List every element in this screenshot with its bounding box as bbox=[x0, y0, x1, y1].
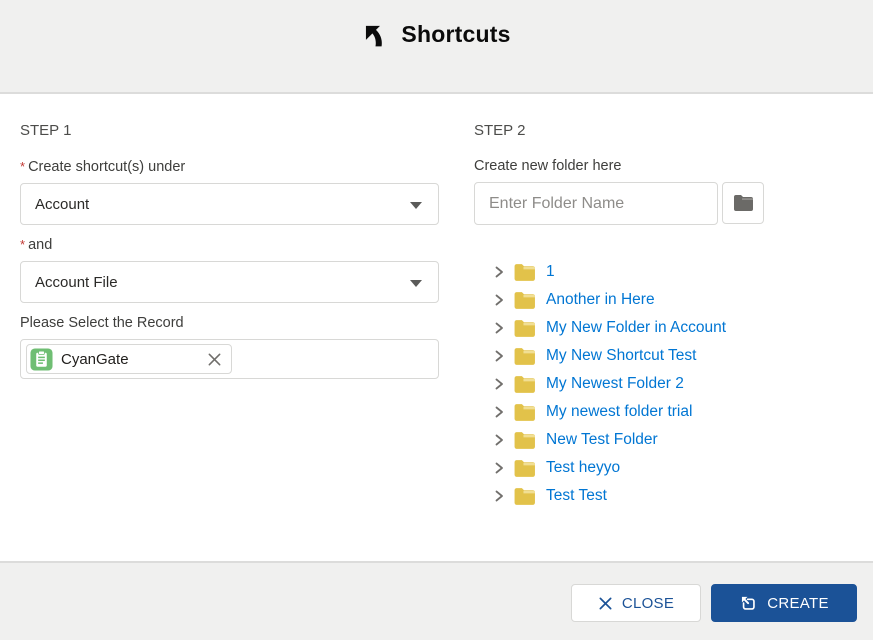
folder-tree-item[interactable]: New Test Folder bbox=[492, 426, 856, 454]
dialog-footer: CLOSE CREATE bbox=[0, 561, 873, 640]
step2-panel: STEP 2 Create new folder here 1 bbox=[474, 112, 856, 510]
folder-link[interactable]: Another in Here bbox=[546, 291, 655, 309]
folder-icon bbox=[513, 431, 536, 450]
object-select-value: Account bbox=[35, 196, 89, 213]
file-type-select-value: Account File bbox=[35, 274, 118, 291]
folder-link[interactable]: New Test Folder bbox=[546, 431, 658, 449]
caret-down-icon bbox=[410, 280, 422, 287]
required-asterisk: * bbox=[20, 237, 25, 252]
chevron-right-icon[interactable] bbox=[492, 349, 506, 363]
record-pill-label: CyanGate bbox=[61, 351, 198, 368]
folder-link[interactable]: Test heyyo bbox=[546, 459, 620, 477]
object-select[interactable]: Account bbox=[20, 183, 439, 225]
shortcuts-dialog: Shortcuts STEP 1 *Create shortcut(s) und… bbox=[0, 0, 873, 640]
dialog-title: Shortcuts bbox=[401, 21, 510, 48]
folder-tree-item[interactable]: 1 bbox=[492, 258, 856, 286]
folder-icon bbox=[513, 375, 536, 394]
chevron-right-icon[interactable] bbox=[492, 433, 506, 447]
folder-icon bbox=[513, 347, 536, 366]
folder-tree-item[interactable]: Test Test bbox=[492, 482, 856, 510]
and-label: *and bbox=[20, 237, 439, 253]
folder-icon bbox=[513, 459, 536, 478]
close-x-icon bbox=[207, 352, 222, 367]
step1-panel: STEP 1 *Create shortcut(s) under Account… bbox=[20, 112, 439, 379]
step2-heading: STEP 2 bbox=[474, 122, 856, 139]
folder-icon bbox=[513, 319, 536, 338]
create-button-label: CREATE bbox=[767, 595, 829, 612]
record-pill[interactable]: CyanGate bbox=[26, 344, 232, 374]
folder-tree-item[interactable]: Another in Here bbox=[492, 286, 856, 314]
create-folder-button[interactable] bbox=[722, 182, 764, 224]
close-button[interactable]: CLOSE bbox=[571, 584, 701, 622]
folder-link[interactable]: My newest folder trial bbox=[546, 403, 692, 421]
chevron-right-icon[interactable] bbox=[492, 461, 506, 475]
chevron-right-icon[interactable] bbox=[492, 321, 506, 335]
chevron-right-icon[interactable] bbox=[492, 293, 506, 307]
folder-tree-item[interactable]: My Newest Folder 2 bbox=[492, 370, 856, 398]
required-asterisk: * bbox=[20, 159, 25, 174]
folder-tree: 1 Another in Here My New Folder in Accou… bbox=[492, 258, 856, 510]
folder-icon bbox=[513, 263, 536, 282]
create-button[interactable]: CREATE bbox=[711, 584, 857, 622]
close-x-icon bbox=[598, 596, 613, 611]
chevron-right-icon[interactable] bbox=[492, 377, 506, 391]
folder-tree-item[interactable]: My New Folder in Account bbox=[492, 314, 856, 342]
record-icon bbox=[30, 348, 53, 371]
folder-link[interactable]: My New Folder in Account bbox=[546, 319, 726, 337]
chevron-right-icon[interactable] bbox=[492, 265, 506, 279]
shortcut-create-icon bbox=[739, 594, 758, 613]
folder-name-input[interactable] bbox=[474, 182, 718, 225]
folder-icon bbox=[732, 194, 754, 212]
record-remove-button[interactable] bbox=[206, 351, 222, 367]
folder-link[interactable]: My Newest Folder 2 bbox=[546, 375, 684, 393]
close-button-label: CLOSE bbox=[622, 595, 674, 612]
shortcut-arrow-icon bbox=[362, 23, 389, 50]
folder-icon bbox=[513, 403, 536, 422]
new-folder-row bbox=[474, 182, 856, 225]
record-label: Please Select the Record bbox=[20, 315, 439, 331]
folder-link[interactable]: Test Test bbox=[546, 487, 607, 505]
folder-link[interactable]: 1 bbox=[546, 263, 555, 281]
new-folder-label: Create new folder here bbox=[474, 158, 856, 174]
record-lookup-field[interactable]: CyanGate bbox=[20, 339, 439, 379]
folder-tree-item[interactable]: My New Shortcut Test bbox=[492, 342, 856, 370]
folder-icon bbox=[513, 291, 536, 310]
create-under-label: *Create shortcut(s) under bbox=[20, 159, 439, 175]
folder-icon bbox=[513, 487, 536, 506]
chevron-right-icon[interactable] bbox=[492, 489, 506, 503]
file-type-select[interactable]: Account File bbox=[20, 261, 439, 303]
folder-link[interactable]: My New Shortcut Test bbox=[546, 347, 696, 365]
folder-tree-item[interactable]: Test heyyo bbox=[492, 454, 856, 482]
chevron-right-icon[interactable] bbox=[492, 405, 506, 419]
caret-down-icon bbox=[410, 202, 422, 209]
step1-heading: STEP 1 bbox=[20, 122, 439, 139]
folder-tree-item[interactable]: My newest folder trial bbox=[492, 398, 856, 426]
dialog-header: Shortcuts bbox=[0, 0, 873, 94]
